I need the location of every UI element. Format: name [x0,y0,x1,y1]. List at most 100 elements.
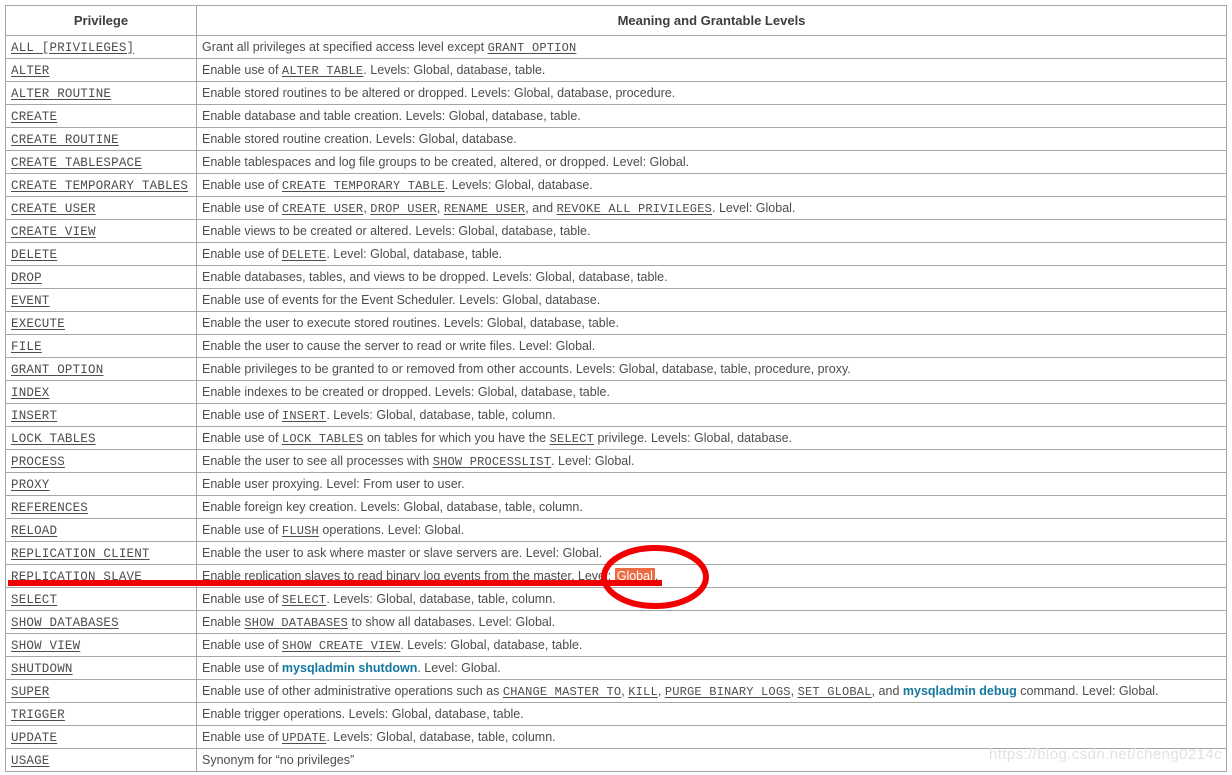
command-link-mysqladmin-debug[interactable]: mysqladmin debug [903,684,1017,698]
privilege-meaning-cell: Enable databases, tables, and views to b… [196,265,1227,289]
table-row: CREATE TABLESPACE Enable tablespaces and… [5,150,1227,174]
table-row: DELETE Enable use of DELETE. Level: Glob… [5,242,1227,266]
privilege-code: INDEX [11,385,50,400]
privilege-meaning-cell: Enable use of SELECT. Levels: Global, da… [196,587,1227,611]
inline-code-show-processlist: SHOW PROCESSLIST [432,454,552,469]
privilege-name-cell: SHOW VIEW [5,633,197,657]
inline-code-alter-table: ALTER TABLE [281,63,364,78]
inline-code-delete: DELETE [281,247,327,262]
inline-code-lock-tables: LOCK TABLES [281,431,364,446]
privilege-name-cell: LOCK TABLES [5,426,197,450]
table-row: CREATE USER Enable use of CREATE USER, D… [5,196,1227,220]
privilege-code: REPLICATION SLAVE [11,569,142,584]
inline-code-insert: INSERT [281,408,327,423]
inline-code-select: SELECT [549,431,594,446]
inline-code-purge-binary-logs: PURGE BINARY LOGS [664,684,791,699]
table-row: ALTER ROUTINE Enable stored routines to … [5,81,1227,105]
privilege-name-cell: GRANT OPTION [5,357,197,381]
privilege-code: SHUTDOWN [11,661,73,676]
privilege-name-cell: REPLICATION CLIENT [5,541,197,565]
privilege-code: ALTER [11,63,50,78]
table-row: CREATE VIEW Enable views to be created o… [5,219,1227,243]
privilege-meaning-cell: Enable replication slaves to read binary… [196,564,1227,588]
privilege-name-cell: PROCESS [5,449,197,473]
privilege-name-cell: SHUTDOWN [5,656,197,680]
privilege-name-cell: CREATE [5,104,197,128]
table-row: CREATE ROUTINE Enable stored routine cre… [5,127,1227,151]
privilege-name-cell: CREATE USER [5,196,197,220]
table-row: DROP Enable databases, tables, and views… [5,265,1227,289]
command-link-mysqladmin-shutdown[interactable]: mysqladmin shutdown [282,661,417,675]
privilege-meaning-cell: Enable stored routine creation. Levels: … [196,127,1227,151]
privilege-code: CREATE ROUTINE [11,132,119,147]
table-row-highlighted: REPLICATION SLAVE Enable replication sla… [5,564,1227,588]
privilege-name-cell: USAGE [5,748,197,772]
table-row: LOCK TABLES Enable use of LOCK TABLES on… [5,426,1227,450]
privilege-meaning-cell: Enable the user to cause the server to r… [196,334,1227,358]
table-row: SHOW DATABASES Enable SHOW DATABASES to … [5,610,1227,634]
table-row: SELECT Enable use of SELECT. Levels: Glo… [5,587,1227,611]
privilege-name-cell: SUPER [5,679,197,703]
privilege-code: CREATE [11,109,58,124]
privilege-name-cell: TRIGGER [5,702,197,726]
privilege-meaning-cell: Enable use of DELETE. Level: Global, dat… [196,242,1227,266]
privilege-name-cell: REPLICATION SLAVE [5,564,197,588]
privileges-table: Privilege Meaning and Grantable Levels A… [5,5,1227,772]
inline-code-update: UPDATE [281,730,327,745]
privilege-meaning-cell: Enable trigger operations. Levels: Globa… [196,702,1227,726]
inline-code-select: SELECT [281,592,327,607]
inline-code-flush: FLUSH [281,523,319,538]
privilege-name-cell: SHOW DATABASES [5,610,197,634]
header-row: Privilege Meaning and Grantable Levels [5,5,1227,36]
privilege-name-cell: PROXY [5,472,197,496]
privilege-name-cell: CREATE ROUTINE [5,127,197,151]
watermark-text: https://blog.csdn.net/cheng0214c [989,746,1222,763]
privilege-meaning-cell: Enable the user to see all processes wit… [196,449,1227,473]
privilege-name-cell: SELECT [5,587,197,611]
privilege-code: CREATE VIEW [11,224,96,239]
privilege-code: SHOW DATABASES [11,615,119,630]
inline-code-revoke-all-privileges: REVOKE ALL PRIVILEGES [556,201,713,216]
privilege-name-cell: REFERENCES [5,495,197,519]
privilege-code: GRANT OPTION [11,362,104,377]
privilege-meaning-cell: Enable the user to ask where master or s… [196,541,1227,565]
inline-code-show-create-view: SHOW CREATE VIEW [281,638,401,653]
privilege-code: ALTER ROUTINE [11,86,112,101]
inline-code-grant-option: GRANT OPTION [487,40,577,55]
table-row: REFERENCES Enable foreign key creation. … [5,495,1227,519]
table-row: SHOW VIEW Enable use of SHOW CREATE VIEW… [5,633,1227,657]
privilege-code: CREATE TABLESPACE [11,155,142,170]
privilege-code: PROCESS [11,454,65,469]
table-row: ALTER Enable use of ALTER TABLE. Levels:… [5,58,1227,82]
table-row: FILE Enable the user to cause the server… [5,334,1227,358]
table-row: PROCESS Enable the user to see all proce… [5,449,1227,473]
privilege-code: PROXY [11,477,50,492]
privilege-meaning-cell: Enable use of ALTER TABLE. Levels: Globa… [196,58,1227,82]
table-row: EVENT Enable use of events for the Event… [5,288,1227,312]
privilege-code: USAGE [11,753,50,768]
privilege-code: REFERENCES [11,500,89,515]
table-row: SUPER Enable use of other administrative… [5,679,1227,703]
privilege-code: LOCK TABLES [11,431,96,446]
inline-code-create-user: CREATE USER [281,201,364,216]
table-row: SHUTDOWN Enable use of mysqladmin shutdo… [5,656,1227,680]
privilege-meaning-cell: Enable use of other administrative opera… [196,679,1227,703]
privilege-name-cell: DELETE [5,242,197,266]
privilege-code: SHOW VIEW [11,638,81,653]
privilege-meaning-cell: Enable use of CREATE USER, DROP USER, RE… [196,196,1227,220]
highlighted-text: Global [614,568,655,584]
table-row: GRANT OPTION Enable privileges to be gra… [5,357,1227,381]
table-row: INDEX Enable indexes to be created or dr… [5,380,1227,404]
privilege-meaning-cell: Enable use of FLUSH operations. Level: G… [196,518,1227,542]
privilege-code: DELETE [11,247,58,262]
privilege-meaning-cell: Enable use of INSERT. Levels: Global, da… [196,403,1227,427]
privilege-meaning-cell: Enable use of SHOW CREATE VIEW. Levels: … [196,633,1227,657]
privilege-code: FILE [11,339,42,354]
table-row: CREATE TEMPORARY TABLES Enable use of CR… [5,173,1227,197]
table-row: RELOAD Enable use of FLUSH operations. L… [5,518,1227,542]
privilege-name-cell: FILE [5,334,197,358]
privilege-meaning-cell: Enable use of CREATE TEMPORARY TABLE. Le… [196,173,1227,197]
inline-code-drop-user: DROP USER [370,201,437,216]
privilege-name-cell: EVENT [5,288,197,312]
privilege-code: SELECT [11,592,58,607]
